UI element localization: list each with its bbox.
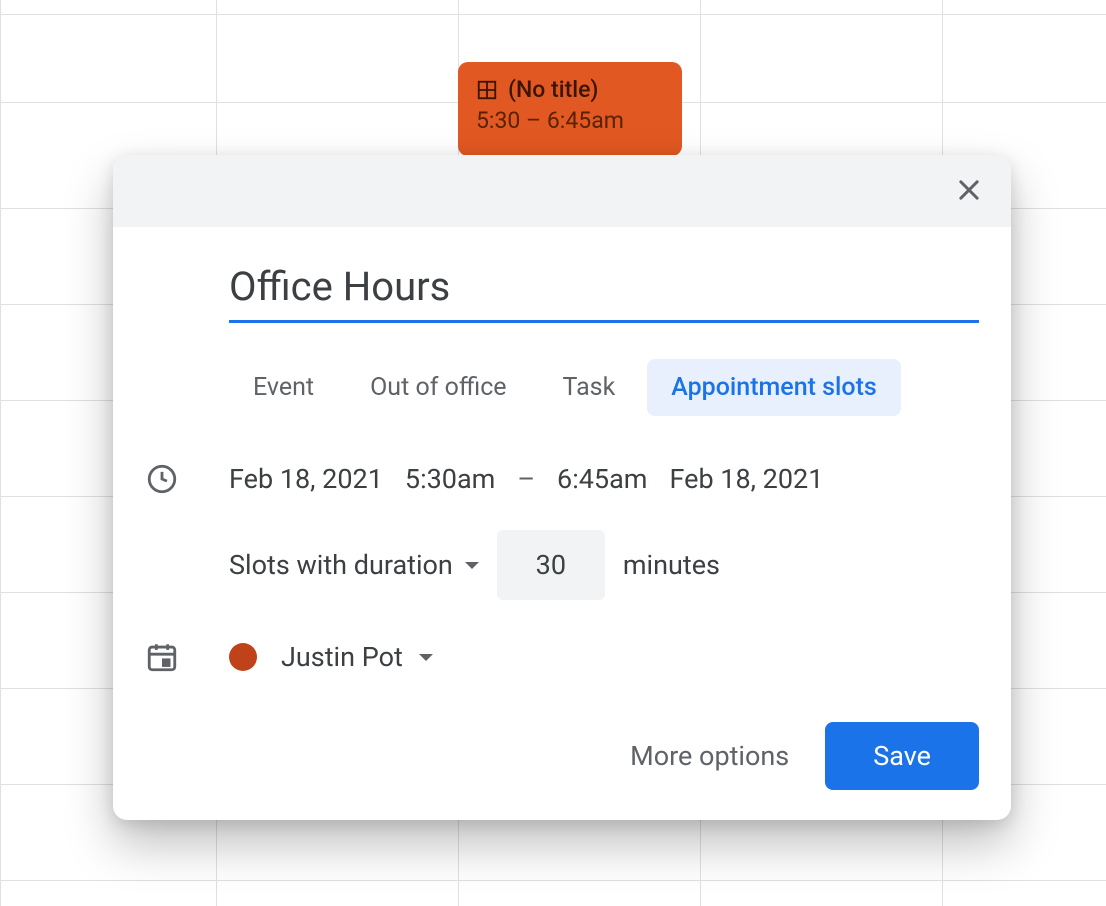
time-dash: – (517, 463, 535, 495)
save-button[interactable]: Save (825, 722, 979, 790)
event-chip[interactable]: (No title) 5:30 – 6:45am (458, 62, 682, 156)
duration-input[interactable] (497, 530, 605, 600)
event-chip-time: 5:30 – 6:45am (476, 107, 664, 134)
more-options-button[interactable]: More options (624, 726, 795, 786)
event-type-tabs: Event Out of office Task Appointment slo… (229, 359, 979, 416)
tab-event[interactable]: Event (229, 359, 338, 416)
duration-unit: minutes (623, 549, 720, 581)
appointment-slots-icon (476, 79, 498, 101)
event-chip-title: (No title) (508, 76, 598, 103)
clock-icon (145, 462, 229, 496)
calendar-selector[interactable]: Justin Pot (281, 641, 433, 673)
event-editor-modal: Event Out of office Task Appointment slo… (113, 155, 1011, 820)
tab-appointment-slots[interactable]: Appointment slots (647, 359, 901, 416)
slot-type-dropdown[interactable]: Slots with duration (229, 549, 479, 581)
event-title-input[interactable] (229, 261, 979, 323)
modal-header (113, 155, 1011, 227)
chevron-down-icon (465, 562, 479, 569)
calendar-color-dot (229, 643, 257, 671)
start-time[interactable]: 5:30am (405, 463, 495, 495)
calendar-icon (145, 640, 229, 674)
end-date[interactable]: Feb 18, 2021 (669, 463, 823, 495)
slot-type-label: Slots with duration (229, 549, 453, 581)
close-icon (955, 176, 983, 207)
tab-task[interactable]: Task (539, 359, 640, 416)
chevron-down-icon (419, 654, 433, 661)
close-button[interactable] (949, 171, 989, 211)
start-date[interactable]: Feb 18, 2021 (229, 463, 383, 495)
tab-out-of-office[interactable]: Out of office (346, 359, 530, 416)
end-time[interactable]: 6:45am (557, 463, 647, 495)
calendar-name-label: Justin Pot (281, 641, 403, 673)
